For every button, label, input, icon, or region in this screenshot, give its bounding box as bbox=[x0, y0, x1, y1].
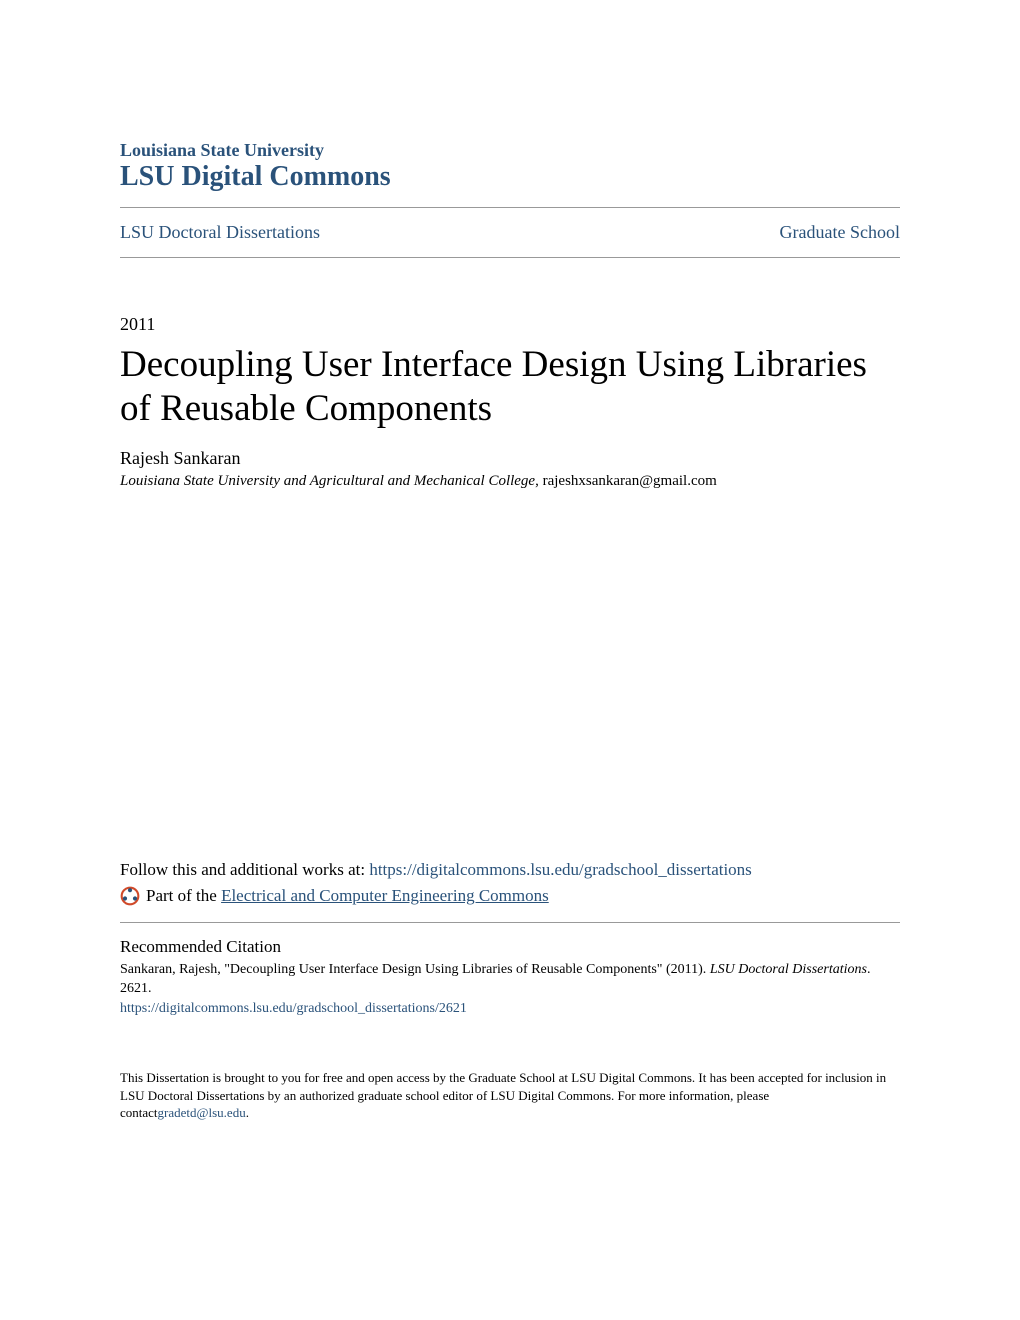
page-container: Louisiana State University LSU Digital C… bbox=[0, 0, 1020, 1172]
network-icon bbox=[120, 886, 140, 906]
footer-suffix: . bbox=[246, 1105, 249, 1120]
partof-text: Part of the Electrical and Computer Engi… bbox=[146, 886, 549, 906]
follow-prefix: Follow this and additional works at: bbox=[120, 860, 369, 879]
collection-link[interactable]: LSU Doctoral Dissertations bbox=[120, 222, 320, 243]
footer-text: This Dissertation is brought to you for … bbox=[120, 1069, 900, 1122]
divider bbox=[120, 257, 900, 258]
institution-name: Louisiana State University bbox=[120, 140, 900, 161]
follow-url-link[interactable]: https://digitalcommons.lsu.edu/gradschoo… bbox=[369, 860, 751, 879]
repository-name: LSU Digital Commons bbox=[120, 161, 900, 193]
author-email: rajeshxsankaran@gmail.com bbox=[543, 473, 717, 489]
citation-url-link[interactable]: https://digitalcommons.lsu.edu/gradschoo… bbox=[120, 1001, 900, 1017]
follow-line: Follow this and additional works at: htt… bbox=[120, 860, 900, 880]
citation-journal: LSU Doctoral Dissertations bbox=[710, 962, 867, 977]
citation-prefix: Sankaran, Rajesh, "Decoupling User Inter… bbox=[120, 962, 710, 977]
repository-header: Louisiana State University LSU Digital C… bbox=[120, 140, 900, 193]
affiliation-separator: , bbox=[535, 473, 543, 489]
follow-block: Follow this and additional works at: htt… bbox=[120, 860, 900, 1121]
footer-email-link[interactable]: gradetd@lsu.edu bbox=[158, 1105, 246, 1120]
partof-prefix: Part of the bbox=[146, 886, 221, 905]
school-link[interactable]: Graduate School bbox=[780, 222, 900, 243]
affiliation: Louisiana State University and Agricultu… bbox=[120, 473, 535, 489]
publication-year: 2011 bbox=[120, 314, 900, 335]
citation-heading: Recommended Citation bbox=[120, 937, 900, 957]
partof-line: Part of the Electrical and Computer Engi… bbox=[120, 886, 900, 906]
citation-text: Sankaran, Rajesh, "Decoupling User Inter… bbox=[120, 961, 900, 999]
author-name: Rajesh Sankaran bbox=[120, 448, 900, 469]
affiliation-line: Louisiana State University and Agricultu… bbox=[120, 473, 900, 490]
divider bbox=[120, 922, 900, 923]
breadcrumb: LSU Doctoral Dissertations Graduate Scho… bbox=[120, 208, 900, 257]
paper-title: Decoupling User Interface Design Using L… bbox=[120, 343, 900, 430]
partof-commons-link[interactable]: Electrical and Computer Engineering Comm… bbox=[221, 886, 549, 905]
